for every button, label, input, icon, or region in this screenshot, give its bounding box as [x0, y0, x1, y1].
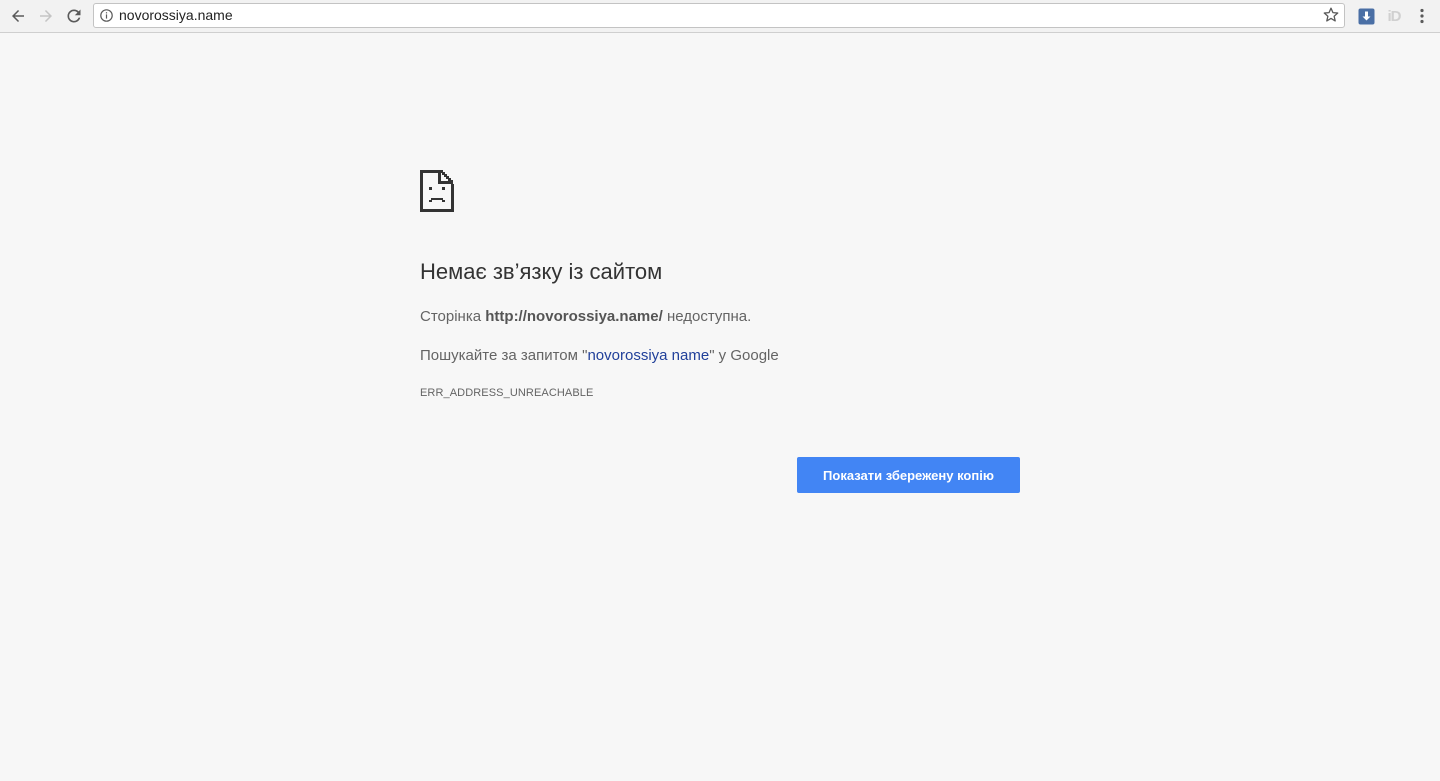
description-suffix: недоступна.: [662, 308, 752, 325]
download-extension-button[interactable]: [1356, 6, 1376, 26]
star-icon[interactable]: [1322, 6, 1340, 24]
error-title: Немає зв’язку із сайтом: [420, 259, 663, 284]
error-description: Сторінка http://novorossiya.name/ недост…: [420, 308, 751, 325]
search-prefix: Пошукайте за запитом ": [420, 347, 588, 364]
description-prefix: Сторінка: [420, 308, 486, 325]
show-cached-copy-button[interactable]: Показати збережену копію: [797, 457, 1020, 493]
id-extension-button[interactable]: iD: [1384, 6, 1404, 26]
url-text[interactable]: novorossiya.name: [119, 7, 233, 24]
address-bar[interactable]: novorossiya.name: [93, 3, 1345, 28]
arrow-right-icon: [40, 10, 52, 22]
error-code: ERR_ADDRESS_UNREACHABLE: [420, 387, 594, 399]
unreachable-url: http://novorossiya.name/: [485, 308, 663, 325]
sad-page-icon: [420, 170, 454, 212]
menu-button[interactable]: [1412, 6, 1432, 26]
search-suffix: " у Google: [709, 347, 779, 364]
arrow-left-icon: [12, 10, 24, 22]
browser-toolbar: novorossiya.name iD: [0, 0, 1440, 33]
search-query-link[interactable]: novorossiya name: [587, 347, 709, 364]
download-extension-icon: [1358, 8, 1374, 24]
more-vert-icon: [1420, 8, 1424, 24]
reload-button[interactable]: [62, 4, 86, 28]
id-extension-icon: iD: [1387, 7, 1402, 25]
info-icon[interactable]: [100, 9, 113, 22]
reload-icon: [67, 9, 81, 23]
forward-button[interactable]: [34, 4, 58, 28]
search-suggestion: Пошукайте за запитом "novorossiya name" …: [420, 347, 779, 364]
back-button[interactable]: [6, 4, 30, 28]
